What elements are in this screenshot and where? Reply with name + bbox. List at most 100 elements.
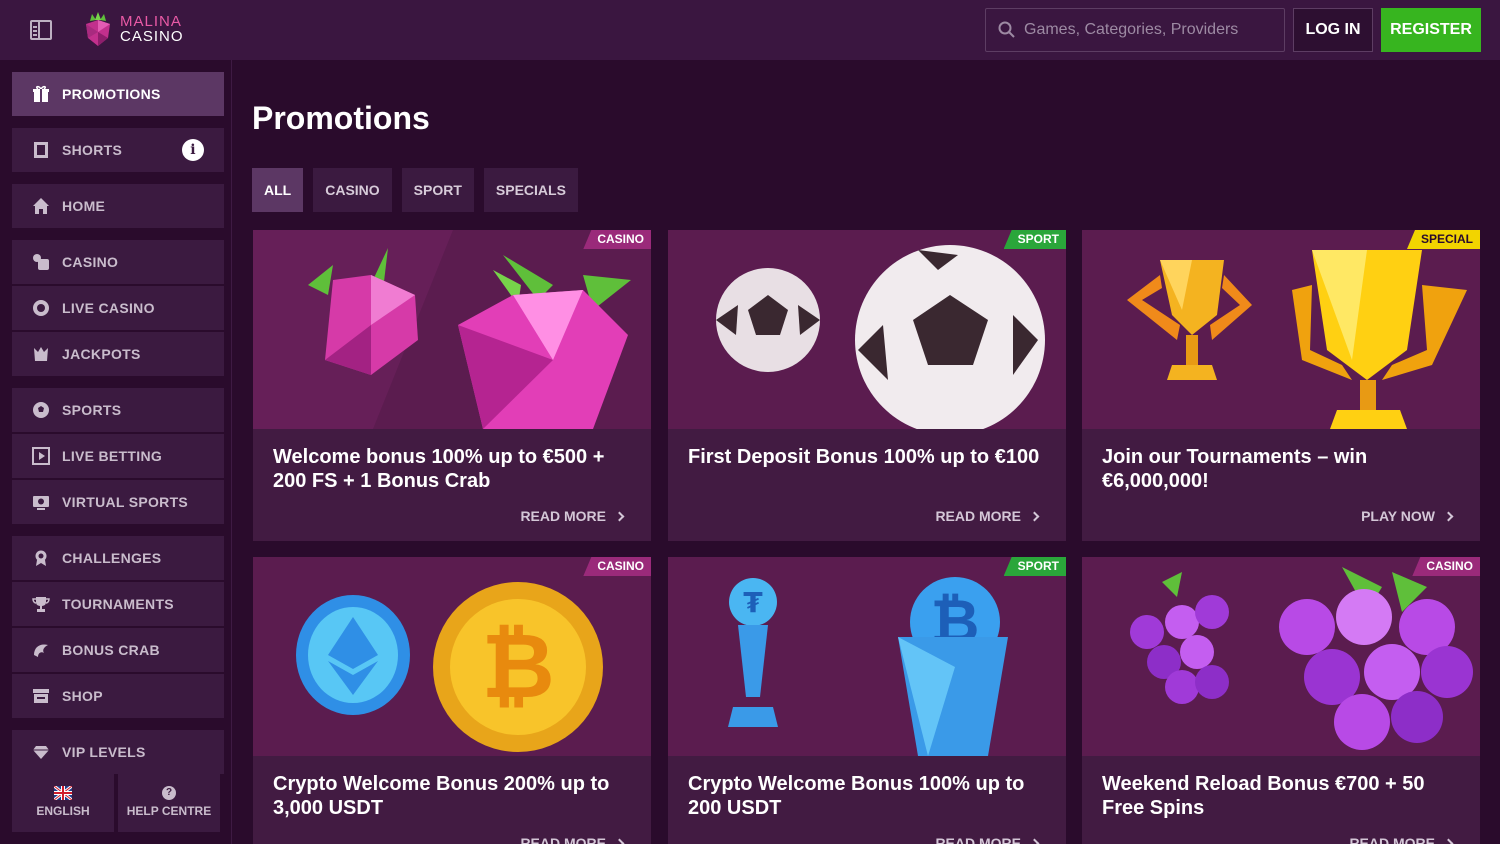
promo-card[interactable]: CASINO Welcome bonus 100% up to €500 + 2… — [253, 230, 651, 541]
play-now-link[interactable]: PLAY NOW — [1361, 508, 1454, 524]
sidebar-item-vip-levels[interactable]: VIP LEVELS — [12, 730, 224, 774]
tab-sport[interactable]: SPORT — [401, 168, 474, 212]
jackpot-icon — [34, 347, 48, 361]
shop-icon — [33, 689, 49, 703]
home-icon — [33, 198, 49, 214]
promo-image-crypto-coins: ₿ — [253, 557, 651, 756]
chevron-right-icon — [614, 511, 625, 521]
sidebar-item-tournaments[interactable]: TOURNAMENTS — [12, 582, 224, 626]
raspberry-logo-icon — [86, 12, 110, 46]
top-header: MALINA CASINO LOG IN REGISTER — [0, 0, 1500, 60]
promo-title: Crypto Welcome Bonus 200% up to 3,000 US… — [273, 773, 610, 819]
soccer-ball-icon — [33, 402, 49, 418]
chevron-right-icon — [1443, 511, 1454, 521]
sidebar-item-casino[interactable]: CASINO — [12, 240, 224, 284]
dice-icon — [33, 254, 49, 270]
page-title: Promotions — [252, 100, 430, 136]
sidebar-item-label: LIVE BETTING — [62, 448, 163, 464]
promo-title: Join our Tournaments – win €6,000,000! — [1102, 446, 1368, 492]
promo-title: Weekend Reload Bonus €700 + 50 Free Spin… — [1102, 773, 1425, 819]
help-label: HELP CENTRE — [126, 804, 212, 818]
promo-image-soccer-balls — [668, 230, 1066, 429]
sidebar-item-sports[interactable]: SPORTS — [12, 388, 224, 432]
link-label: READ MORE — [1349, 835, 1435, 844]
logo-text-casino: CASINO — [120, 28, 184, 45]
chip-icon — [33, 300, 49, 316]
diamond-icon — [33, 746, 49, 759]
sidebar-item-shorts[interactable]: SHORTS i — [12, 128, 224, 172]
language-button[interactable]: ENGLISH — [12, 772, 114, 832]
crab-icon — [34, 644, 48, 657]
chevron-right-icon — [1443, 838, 1454, 844]
link-label: PLAY NOW — [1361, 508, 1435, 524]
logo[interactable]: MALINA CASINO — [82, 12, 184, 46]
promo-card[interactable]: ₿ CASINO Crypto Welcome Bonus 200% up to… — [253, 557, 651, 844]
register-button[interactable]: REGISTER — [1381, 8, 1481, 52]
promo-image-crypto-trophies: ₮ ₿ — [668, 557, 1066, 756]
promo-card[interactable]: ₮ ₿ SPORT Crypto Welcome Bonus 100% up t… — [668, 557, 1066, 844]
category-badge: SPORT — [1003, 557, 1066, 576]
chevron-right-icon — [1029, 511, 1040, 521]
sidebar-item-shop[interactable]: SHOP — [12, 674, 224, 718]
read-more-link[interactable]: READ MORE — [520, 835, 625, 844]
category-badge: CASINO — [583, 557, 651, 576]
sidebar-item-bonus-crab[interactable]: BONUS CRAB — [12, 628, 224, 672]
promo-title: First Deposit Bonus 100% up to €100 — [688, 446, 1040, 468]
medal-icon — [35, 550, 47, 566]
promo-card[interactable]: SPECIAL Join our Tournaments – win €6,00… — [1082, 230, 1480, 541]
sidebar-toggle-icon[interactable] — [30, 20, 52, 40]
help-centre-button[interactable]: ? HELP CENTRE — [118, 772, 220, 832]
sidebar-item-live-casino[interactable]: LIVE CASINO — [12, 286, 224, 330]
sidebar-item-promotions[interactable]: PROMOTIONS — [12, 72, 224, 116]
link-label: READ MORE — [935, 835, 1021, 844]
svg-text:₮: ₮ — [743, 586, 763, 619]
promo-title: Crypto Welcome Bonus 100% up to 200 USDT — [688, 773, 1025, 819]
sidebar-item-label: JACKPOTS — [62, 346, 141, 362]
sidebar-item-label: TOURNAMENTS — [62, 596, 174, 612]
sidebar-item-live-betting[interactable]: LIVE BETTING — [12, 434, 224, 478]
login-button[interactable]: LOG IN — [1293, 8, 1373, 52]
link-label: READ MORE — [520, 508, 606, 524]
sidebar-item-label: VIP LEVELS — [62, 744, 146, 760]
search-input[interactable] — [1024, 21, 1274, 39]
sidebar-item-label: BONUS CRAB — [62, 642, 160, 658]
sidebar: PROMOTIONS SHORTS i HOME CASINO LIVE CAS… — [0, 60, 232, 844]
virtual-icon — [33, 496, 49, 510]
sidebar-item-home[interactable]: HOME — [12, 184, 224, 228]
tab-specials[interactable]: SPECIALS — [483, 168, 578, 212]
sidebar-item-challenges[interactable]: CHALLENGES — [12, 536, 224, 580]
trophy-icon — [32, 597, 50, 612]
sidebar-item-virtual-sports[interactable]: VIRTUAL SPORTS — [12, 480, 224, 524]
promotion-tabs: ALL CASINO SPORT SPECIALS — [252, 168, 578, 212]
promo-card[interactable]: SPORT First Deposit Bonus 100% up to €10… — [668, 230, 1066, 541]
help-icon: ? — [162, 786, 176, 800]
sidebar-item-label: SHORTS — [62, 142, 123, 158]
live-icon — [32, 447, 50, 465]
sidebar-item-label: HOME — [62, 198, 106, 214]
chevron-right-icon — [1029, 838, 1040, 844]
promo-image-raspberries — [253, 230, 651, 429]
link-label: READ MORE — [520, 835, 606, 844]
category-badge: CASINO — [583, 230, 651, 249]
read-more-link[interactable]: READ MORE — [935, 835, 1040, 844]
sidebar-item-label: VIRTUAL SPORTS — [62, 494, 189, 510]
promo-image-grapes — [1082, 557, 1480, 756]
search-icon — [998, 21, 1015, 38]
sidebar-item-label: CHALLENGES — [62, 550, 162, 566]
info-icon[interactable]: i — [182, 139, 204, 161]
svg-text:₿: ₿ — [481, 614, 554, 719]
read-more-link[interactable]: READ MORE — [1349, 835, 1454, 844]
promo-image-trophies — [1082, 230, 1480, 429]
tab-all[interactable]: ALL — [252, 168, 304, 212]
sidebar-item-label: SHOP — [62, 688, 103, 704]
search-box[interactable] — [985, 8, 1285, 52]
read-more-link[interactable]: READ MORE — [935, 508, 1040, 524]
promo-card[interactable]: CASINO Weekend Reload Bonus €700 + 50 Fr… — [1082, 557, 1480, 844]
sidebar-item-label: PROMOTIONS — [62, 86, 161, 102]
tab-casino[interactable]: CASINO — [313, 168, 392, 212]
category-badge: SPORT — [1003, 230, 1066, 249]
sidebar-item-jackpots[interactable]: JACKPOTS — [12, 332, 224, 376]
read-more-link[interactable]: READ MORE — [520, 508, 625, 524]
promo-title: Welcome bonus 100% up to €500 + 200 FS +… — [273, 446, 605, 492]
sidebar-item-label: CASINO — [62, 254, 119, 270]
